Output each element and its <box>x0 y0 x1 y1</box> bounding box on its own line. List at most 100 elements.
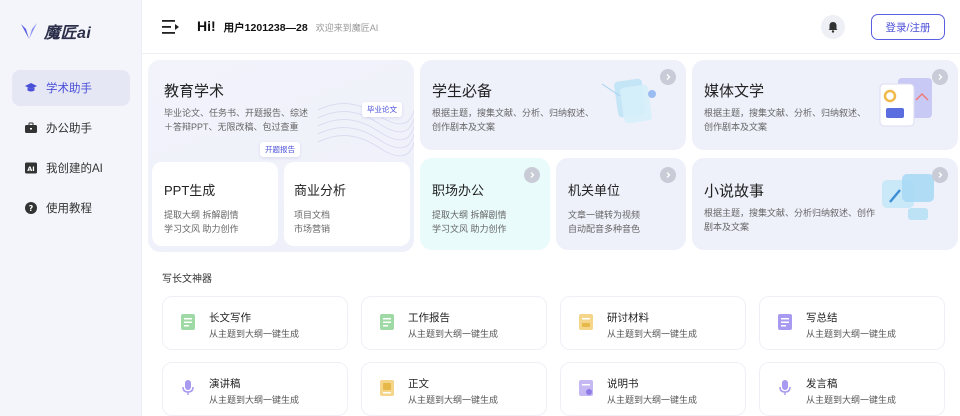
tool-name: 说明书 <box>607 378 639 390</box>
card-education[interactable]: 教育学术 毕业论文、任务书、开题报告、综述 ＋答辩PPT、无限改稿、包过查重 毕… <box>148 60 414 252</box>
manual-icon <box>577 379 595 397</box>
tool-desc: 从主题到大纲一键生成 <box>607 395 698 405</box>
sidebar: 魔匠ai 学术助手 办公助手 AI 我创建的AI ? 使用教程 <box>0 0 142 416</box>
tool-speech[interactable]: 演讲稿 从主题到大纲一键生成 <box>162 362 348 416</box>
card-desc-line1: 根据主题，搜集文献、分析归纳叙述、创作 <box>704 208 876 218</box>
tool-name: 研讨材料 <box>607 312 649 324</box>
wave-lines-decoration <box>318 103 414 157</box>
card-title: 教育学术 <box>164 83 225 100</box>
tool-summary[interactable]: 写总结 从主题到大纲一键生成 <box>759 296 945 350</box>
sidebar-nav: 学术助手 办公助手 AI 我创建的AI ? 使用教程 <box>12 70 130 230</box>
card-arrow-icon[interactable] <box>932 69 948 85</box>
analytics-window-illustration-icon <box>876 70 938 132</box>
tool-speech-draft[interactable]: 发言稿 从主题到大纲一键生成 <box>759 362 945 416</box>
sidebar-item-label: 我创建的AI <box>46 163 103 175</box>
section-title: 写长文神器 <box>162 274 212 285</box>
card-desc-line2: 创作剧本及文案 <box>704 122 768 132</box>
tool-main-text[interactable]: 正文 从主题到大纲一键生成 <box>361 362 547 416</box>
yellow-doc-icon <box>577 313 595 331</box>
chat-bubble-illustration-icon <box>878 168 940 230</box>
card-title: 学生必备 <box>432 83 493 100</box>
tool-long-article[interactable]: 长文写作 从主题到大纲一键生成 <box>162 296 348 350</box>
sidebar-item-label: 学术助手 <box>46 83 92 95</box>
card-desc-line2: ＋答辩PPT、无限改稿、包过查重 <box>164 122 299 132</box>
tool-name: 正文 <box>408 378 429 390</box>
briefcase-icon <box>24 121 38 135</box>
card-title: 媒体文学 <box>704 83 765 100</box>
card-title: 小说故事 <box>704 183 765 200</box>
card-workplace[interactable]: 职场办公 提取大纲 拆解剧情 学习文风 助力创作 <box>420 158 550 250</box>
top-header: Hi! 用户1201238—28 欢迎来到魔匠AI 登录/注册 <box>142 0 960 54</box>
brand-logo[interactable]: 魔匠ai <box>18 18 91 44</box>
tag-thesis: 毕业论文 <box>362 102 402 117</box>
card-desc-line1: 根据主题，搜集文献、分析、归纳叙述、 <box>704 108 867 118</box>
card-title: 机关单位 <box>568 183 621 198</box>
card-desc-line2: 剧本及文案 <box>704 222 750 232</box>
purple-doc-icon <box>776 313 794 331</box>
tool-desc: 从主题到大纲一键生成 <box>806 395 897 405</box>
card-arrow-icon[interactable] <box>660 69 676 85</box>
notification-bell-icon[interactable] <box>821 15 845 39</box>
card-novel[interactable]: 小说故事 根据主题，搜集文献、分析归纳叙述、创作 剧本及文案 <box>692 158 958 250</box>
welcome-text: 欢迎来到魔匠AI <box>315 23 379 33</box>
tag-proposal: 开题报告 <box>260 142 300 157</box>
card-arrow-icon[interactable] <box>524 167 540 183</box>
ai-badge-icon: AI <box>24 161 38 175</box>
tool-desc: 从主题到大纲一键生成 <box>209 329 300 339</box>
card-desc-line2: 创作剧本及文案 <box>432 122 496 132</box>
green-doc-icon <box>378 313 396 331</box>
tool-seminar-material[interactable]: 研讨材料 从主题到大纲一键生成 <box>560 296 746 350</box>
microphone-icon <box>776 379 794 397</box>
card-desc-line1: 项目文档 <box>294 210 331 220</box>
card-desc-line2: 自动配音多种音色 <box>568 224 641 234</box>
sidebar-item-my-ai[interactable]: AI 我创建的AI <box>12 150 130 186</box>
tool-desc: 从主题到大纲一键生成 <box>408 329 499 339</box>
card-arrow-icon[interactable] <box>660 167 676 183</box>
card-desc-line1: 提取大纲 拆解剧情 <box>164 210 239 220</box>
tool-desc: 从主题到大纲一键生成 <box>806 329 897 339</box>
card-desc-line1: 毕业论文、任务书、开题报告、综述 <box>164 108 309 118</box>
sidebar-item-label: 使用教程 <box>46 203 92 215</box>
green-doc-icon <box>179 313 197 331</box>
card-desc-line2: 学习文风 助力创作 <box>164 224 239 234</box>
tool-manual[interactable]: 说明书 从主题到大纲一键生成 <box>560 362 746 416</box>
sidebar-item-label: 办公助手 <box>46 123 92 135</box>
tool-name: 演讲稿 <box>209 378 241 390</box>
logo-mark-icon <box>18 20 40 42</box>
card-title: PPT生成 <box>164 183 216 198</box>
brand-name: 魔匠ai <box>44 25 92 42</box>
menu-collapse-icon[interactable] <box>162 19 180 35</box>
sidebar-item-academic[interactable]: 学术助手 <box>12 70 130 106</box>
help-circle-icon: ? <box>24 201 38 215</box>
card-desc-line1: 提取大纲 拆解剧情 <box>432 210 507 220</box>
tool-desc: 从主题到大纲一键生成 <box>209 395 300 405</box>
card-student[interactable]: 学生必备 根据主题，搜集文献、分析、归纳叙述、 创作剧本及文案 <box>420 60 686 150</box>
card-media[interactable]: 媒体文学 根据主题，搜集文献、分析、归纳叙述、 创作剧本及文案 <box>692 60 958 150</box>
card-government[interactable]: 机关单位 文章一键转为视频 自动配音多种音色 <box>556 158 686 250</box>
tool-desc: 从主题到大纲一键生成 <box>408 395 499 405</box>
login-register-button[interactable]: 登录/注册 <box>871 14 945 40</box>
card-desc-line1: 根据主题，搜集文献、分析、归纳叙述、 <box>432 108 595 118</box>
card-arrow-icon[interactable] <box>932 167 948 183</box>
username: 用户1201238—28 <box>223 22 308 34</box>
microphone-icon <box>179 379 197 397</box>
graduation-cap-icon <box>24 81 38 95</box>
sidebar-item-office[interactable]: 办公助手 <box>12 110 130 146</box>
card-business[interactable]: 商业分析 项目文档 市场营销 <box>284 162 410 246</box>
tool-name: 长文写作 <box>209 312 251 324</box>
svg-text:?: ? <box>29 204 34 213</box>
glass-document-illustration-icon <box>600 70 660 130</box>
yellow-book-icon <box>378 379 396 397</box>
tool-desc: 从主题到大纲一键生成 <box>607 329 698 339</box>
card-title: 职场办公 <box>432 183 485 198</box>
card-desc-line1: 文章一键转为视频 <box>568 210 641 220</box>
sidebar-item-tutorial[interactable]: ? 使用教程 <box>12 190 130 226</box>
tool-name: 发言稿 <box>806 378 838 390</box>
card-ppt[interactable]: PPT生成 提取大纲 拆解剧情 学习文风 助力创作 <box>152 162 278 246</box>
card-title: 商业分析 <box>294 183 347 198</box>
greeting: Hi! 用户1201238—28 欢迎来到魔匠AI <box>197 18 378 35</box>
card-desc-line2: 学习文风 助力创作 <box>432 224 507 234</box>
tool-name: 写总结 <box>806 312 838 324</box>
tool-work-report[interactable]: 工作报告 从主题到大纲一键生成 <box>361 296 547 350</box>
svg-text:AI: AI <box>27 165 34 173</box>
